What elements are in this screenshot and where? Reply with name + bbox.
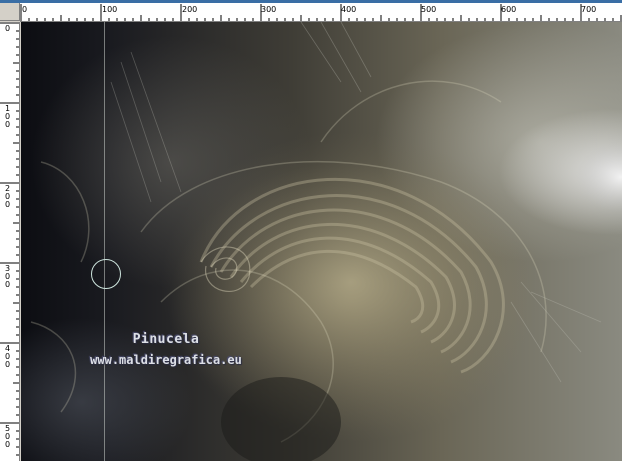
ruler-vlabel-500: 500 (4, 424, 11, 449)
ruler-label-600: 600 (501, 5, 517, 14)
ruler-vlabel-300: 300 (4, 264, 11, 289)
ruler-vlabel-100: 100 (4, 104, 11, 129)
ruler-label-500: 500 (421, 5, 437, 14)
watermark: Pinucela www.maldiregrafica.eu (66, 330, 266, 370)
vertical-ruler-ticks (0, 22, 19, 456)
watermark-name: Pinucela (132, 332, 200, 347)
image-canvas[interactable]: Pinucela www.maldiregrafica.eu (21, 22, 622, 461)
ruler-label-700: 700 (581, 5, 597, 14)
horizontal-ruler[interactable]: 0 100 200 300 400 500 600 700 (20, 3, 622, 22)
ruler-vlabel-400: 400 (4, 344, 11, 369)
ruler-label-100: 100 (102, 5, 118, 14)
watermark-site: www.maldiregrafica.eu (90, 353, 242, 367)
vertical-ruler[interactable]: 0 100 200 300 400 500 (0, 22, 20, 461)
brush-cursor (91, 259, 121, 289)
ruler-corner (0, 3, 20, 21)
ruler-vlabel-200: 200 (4, 184, 11, 209)
ruler-label-300: 300 (261, 5, 277, 14)
image-editor-window: 0 100 200 300 400 500 600 700 0 100 200 … (0, 0, 622, 461)
ruler-label-400: 400 (341, 5, 357, 14)
ruler-vlabel-0: 0 (4, 24, 11, 33)
ruler-label-0: 0 (22, 5, 28, 14)
ruler-label-200: 200 (182, 5, 198, 14)
guide-line[interactable] (104, 22, 105, 461)
fractal-artwork (30, 22, 622, 461)
